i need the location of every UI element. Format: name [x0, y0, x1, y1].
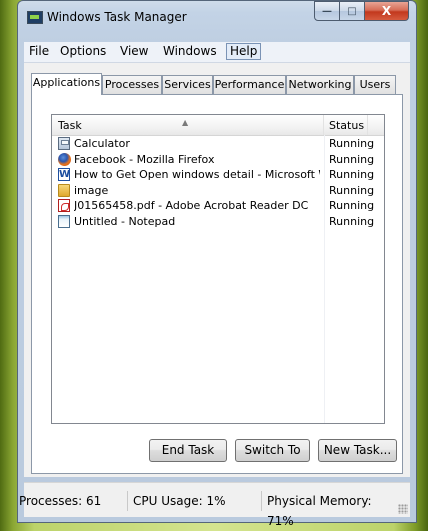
task-status: Running [329, 214, 375, 228]
close-icon: X [381, 4, 392, 18]
title-bar[interactable]: Windows Task Manager — □ X [25, 1, 409, 30]
maximize-icon: □ [347, 5, 357, 17]
window-title: Windows Task Manager [47, 10, 187, 24]
task-name: image [74, 183, 109, 197]
action-buttons: End Task Switch To New Task... [32, 439, 404, 462]
task-list[interactable]: Task ▲ Status Calculator Running Faceboo… [51, 114, 385, 424]
cpu-usage: CPU Usage: 1% [127, 491, 257, 511]
pdf-icon [58, 199, 70, 212]
folder-icon [58, 183, 70, 197]
physical-memory: Physical Memory: 71% [261, 491, 396, 528]
task-status: Running [329, 199, 375, 212]
task-row[interactable]: Calculator Running [52, 136, 384, 152]
task-manager-window: Windows Task Manager — □ X File Options … [17, 0, 417, 528]
task-row[interactable]: W How to Get Open windows detail - Micro… [52, 167, 384, 183]
task-name: Untitled - Notepad [74, 214, 176, 228]
menu-file[interactable]: File [26, 44, 52, 59]
task-manager-app-icon[interactable] [27, 11, 43, 24]
switch-to-button[interactable]: Switch To [235, 439, 310, 462]
status-bar: Processes: 61 CPU Usage: 1% Physical Mem… [19, 482, 410, 528]
end-task-button[interactable]: End Task [149, 439, 227, 462]
calculator-icon [58, 137, 70, 150]
sort-ascending-icon: ▲ [182, 118, 189, 127]
tab-services[interactable]: Services [162, 75, 213, 94]
maximize-button[interactable]: □ [340, 1, 365, 21]
tab-processes[interactable]: Processes [102, 75, 162, 94]
new-task-button[interactable]: New Task... [318, 439, 397, 462]
task-row[interactable]: Facebook - Mozilla Firefox Running [52, 152, 384, 168]
menu-view[interactable]: View [117, 44, 151, 59]
menu-help[interactable]: Help [226, 43, 262, 60]
task-row[interactable]: Untitled - Notepad Running [52, 214, 384, 230]
task-row[interactable]: J01565458.pdf - Adobe Acrobat Reader DC … [52, 198, 384, 214]
task-name: How to Get Open windows detail - Microso… [74, 168, 320, 181]
task-name: Facebook - Mozilla Firefox [74, 152, 215, 166]
task-status: Running [329, 168, 375, 181]
list-header: Task ▲ Status [52, 115, 384, 136]
tab-users[interactable]: Users [354, 75, 396, 94]
menu-bar: File Options View Windows Help [24, 42, 410, 63]
menu-windows[interactable]: Windows [160, 44, 220, 59]
tab-performance[interactable]: Performance [213, 75, 286, 94]
task-status: Running [329, 137, 375, 150]
close-button[interactable]: X [365, 1, 409, 21]
task-status: Running [329, 152, 375, 166]
minimize-icon: — [322, 5, 332, 17]
resize-grip-icon[interactable] [398, 504, 408, 514]
task-rows: Calculator Running Facebook - Mozilla Fi… [52, 136, 384, 229]
firefox-icon [58, 152, 71, 166]
notepad-icon [58, 214, 70, 228]
tab-applications[interactable]: Applications [31, 73, 102, 95]
tab-networking[interactable]: Networking [286, 75, 354, 94]
task-column-label: Task [58, 119, 82, 132]
minimize-button[interactable]: — [314, 1, 340, 21]
task-status: Running [329, 183, 375, 197]
applications-panel: Task ▲ Status Calculator Running Faceboo… [31, 94, 403, 474]
menu-options[interactable]: Options [57, 44, 109, 59]
processes-count: Processes: 61 [19, 494, 102, 508]
task-row[interactable]: image Running [52, 183, 384, 199]
task-name: J01565458.pdf - Adobe Acrobat Reader DC [74, 199, 309, 212]
word-icon: W [58, 168, 71, 181]
client-area: Applications Processes Services Performa… [24, 63, 410, 477]
column-header-status[interactable]: Status [324, 115, 368, 135]
task-name: Calculator [74, 137, 130, 150]
caption-buttons: — □ X [314, 1, 409, 21]
column-header-task[interactable]: Task ▲ [52, 115, 324, 135]
